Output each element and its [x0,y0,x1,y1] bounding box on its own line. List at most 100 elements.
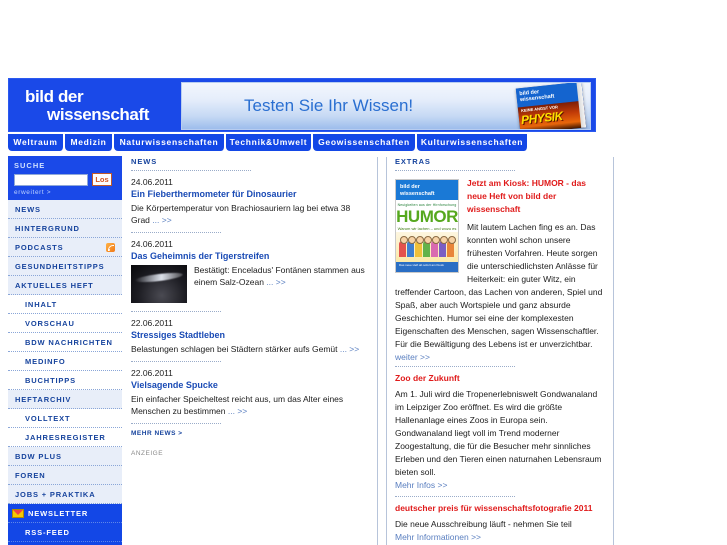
nav-tab-geowissenschaften[interactable]: Geowissenschaften [313,134,416,151]
news-item: 22.06.2011 Stressiges Stadtleben Belastung… [131,318,367,355]
mail-icon [12,509,24,518]
news-title-divider [131,170,251,171]
promo-mag-topic: PHYSIK [520,108,564,128]
sidebar-item-label: NEWS [15,205,41,214]
main-navigation: Weltraum Medizin Naturwissenschaften Techni… [8,134,596,151]
cover-brand-line1: bild der [400,184,420,190]
sidebar-item-heftarchiv[interactable]: HEFTARCHIV [8,390,122,409]
sidebar-item-podcasts[interactable]: PODCASTS [8,238,122,257]
sidebar-item-bdw-plus[interactable]: BDW PLUS [8,447,122,466]
cover-footer-text: Das neue Heft ab sofort am Kiosk [399,263,444,267]
magazine-cover-image[interactable]: bild der wissenschaft Neuigkeiten aus de… [395,179,459,273]
promo-banner-text: Testen Sie Ihr Wissen! [244,96,414,115]
logo-line-2: wissenschaft [47,105,149,124]
news-teaser-text: Belastungen schlagen bei Städtern stärke… [131,344,338,354]
sidebar-item-label: FOREN [15,471,46,480]
sidebar-item-label: BDW NACHRICHTEN [25,338,113,347]
sidebar: SUCHE Los erweitert > NEWS HINTERGRUND POD… [8,156,122,545]
extras-body-2: Die neue Ausschreibung läuft - nehmen Si… [395,519,572,529]
sidebar-item-label: VORSCHAU [25,319,75,328]
sidebar-item-inhalt[interactable]: INHALT [8,295,122,314]
news-headline-link[interactable]: Vielsagende Spucke [131,380,367,390]
sidebar-item-volltext[interactable]: VOLLTEXT [8,409,122,428]
extras-block-2: deutscher preis für wissenschaftsfotogra… [395,503,605,542]
nav-tab-naturwissenschaften[interactable]: Naturwissenschaften [114,134,225,151]
news-more-link[interactable]: ... >> [152,215,171,225]
ad-label: ANZEIGE [131,450,164,457]
news-bottom-divider [131,423,221,424]
logo-line-1: bild der [25,87,84,106]
news-item: 24.06.2011 Ein Fieberthermometer für Dino… [131,177,367,226]
sidebar-item-label: NEWSLETTER [28,509,89,518]
extras-column: EXTRAS bild der wissenschaft Neuigkeiten… [386,157,614,545]
sidebar-item-label: PODCASTS [15,243,64,252]
promo-magazine-cover-image: bild der wissenschaft KEINE ANGST VOR PH… [515,83,587,129]
news-date: 24.06.2011 [131,239,173,249]
news-headline-link[interactable]: Das Geheimnis der Tigerstreifen [131,251,367,261]
extras-title-divider [395,170,515,171]
sidebar-item-label: AKTUELLES HEFT [15,281,94,290]
extras-link-1[interactable]: Mehr Infos >> [395,480,605,490]
nav-tab-weltraum[interactable]: Weltraum [8,134,64,151]
sidebar-item-newsletter[interactable]: NEWSLETTER [8,504,122,523]
news-date: 22.06.2011 [131,368,173,378]
search-label: SUCHE [14,161,46,170]
extras-divider-1 [395,366,515,367]
news-more-link[interactable]: ... >> [228,406,247,416]
news-item-divider [131,232,221,233]
sidebar-item-label: BDW PLUS [15,452,62,461]
cover-footer: Das neue Heft ab sofort am Kiosk [396,262,458,272]
search-box: SUCHE Los erweitert > [8,156,122,200]
sidebar-item-aktuelles-heft[interactable]: AKTUELLES HEFT [8,276,122,295]
news-more-link[interactable]: ... >> [266,277,285,287]
news-column-title: NEWS [131,157,158,166]
news-list: 24.06.2011 Ein Fieberthermometer für Dino… [131,177,367,417]
cover-brand-line2: wissenschaft [400,190,435,197]
sidebar-item-news[interactable]: NEWS [8,200,122,219]
sidebar-item-buchtipps[interactable]: BUCHTIPPS [8,371,122,390]
cover-brand: bild der wissenschaft [396,180,458,200]
news-thumbnail-image[interactable] [131,265,187,303]
sidebar-item-foren[interactable]: FOREN [8,466,122,485]
sidebar-item-rss-feed[interactable]: RSS-FEED [8,523,122,542]
sidebar-item-gesundheitstipps[interactable]: GESUNDHEITSTIPPS [8,257,122,276]
news-item: 22.06.2011 Vielsagende Spucke Ein einfache… [131,368,367,417]
site-logo[interactable]: bild der wissenschaft [25,88,149,123]
sidebar-item-jahresregister[interactable]: JAHRESREGISTER [8,428,122,447]
sidebar-item-hintergrund[interactable]: HINTERGRUND [8,219,122,238]
advanced-search-link[interactable]: erweitert > [14,189,116,196]
cover-illustration [396,232,458,262]
search-input[interactable] [14,173,88,186]
sidebar-item-label: MEDINFO [25,357,66,366]
news-more-link[interactable]: ... >> [340,344,359,354]
search-submit-button[interactable]: Los [92,173,112,186]
news-headline-link[interactable]: Ein Fieberthermometer für Dinosaurier [131,189,367,199]
sidebar-item-label: JOBS + PRAKTIKA [15,490,96,499]
more-news-link[interactable]: MEHR NEWS > [131,430,367,437]
extras-link-0[interactable]: weiter >> [395,352,605,362]
rss-icon[interactable] [106,243,115,252]
nav-tab-kulturwissenschaften[interactable]: Kulturwissenschaften [417,134,528,151]
site-header: bild der wissenschaft Testen Sie Ihr Wis… [8,78,596,132]
news-date: 24.06.2011 [131,177,173,187]
sidebar-item-label: RSS-FEED [25,528,70,537]
sidebar-item-jobs-praktika[interactable]: JOBS + PRAKTIKA [8,485,122,504]
extras-column-title: EXTRAS [395,157,431,166]
sidebar-item-label: JAHRESREGISTER [25,433,106,442]
extras-headline-1[interactable]: Zoo der Zukunft [395,373,605,383]
nav-tab-technik-umwelt[interactable]: Technik&Umwelt [226,134,312,151]
nav-tab-medizin[interactable]: Medizin [65,134,113,151]
sidebar-item-bdw-nachrichten[interactable]: BDW NACHRICHTEN [8,333,122,352]
sidebar-item-label: HEFTARCHIV [15,395,72,404]
sidebar-item-vorschau[interactable]: VORSCHAU [8,314,122,333]
news-headline-link[interactable]: Stressiges Stadtleben [131,330,367,340]
sidebar-item-medinfo[interactable]: MEDINFO [8,352,122,371]
extras-headline-2[interactable]: deutscher preis für wissenschaftsfotogra… [395,503,605,513]
extras-divider-2 [395,496,515,497]
promo-banner[interactable]: Testen Sie Ihr Wissen! bild der wissensc… [181,82,591,130]
news-teaser: Die Körpertemperatur von Brachiosauriern… [131,202,367,226]
news-teaser: Belastungen schlagen bei Städtern stärke… [131,343,367,355]
news-item: 24.06.2011 Das Geheimnis der Tigerstreife… [131,239,367,305]
sidebar-item-label: VOLLTEXT [25,414,71,423]
extras-link-2[interactable]: Mehr Informationen >> [395,532,605,542]
